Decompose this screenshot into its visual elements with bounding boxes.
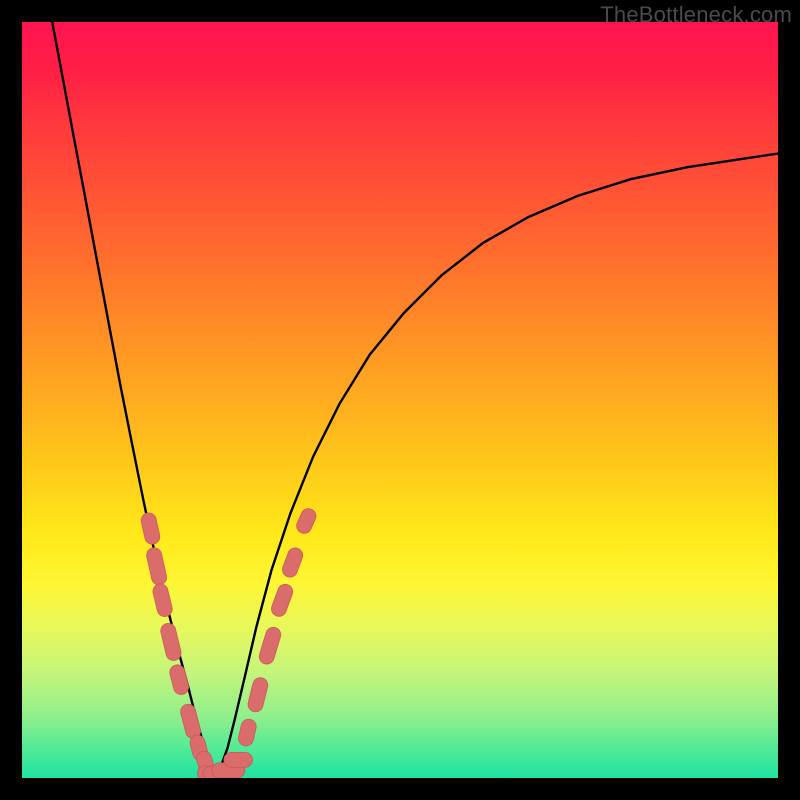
curve-marker <box>159 622 182 662</box>
curve-marker <box>246 676 269 713</box>
left-branch <box>52 22 215 776</box>
curve-marker <box>237 718 258 748</box>
curve-marker <box>294 506 318 535</box>
chart-svg <box>22 22 778 778</box>
watermark-text: TheBottleneck.com <box>600 2 792 28</box>
outer-frame: TheBottleneck.com <box>0 0 800 800</box>
curve-marker <box>179 703 202 740</box>
curve-marker <box>280 546 304 579</box>
curve-marker <box>140 511 161 545</box>
curve-marker <box>168 663 190 696</box>
curve-marker <box>257 625 282 665</box>
curve-marker <box>151 582 173 618</box>
curve-marker <box>224 752 253 767</box>
curve-group <box>52 22 778 776</box>
curve-marker <box>269 582 294 618</box>
right-branch <box>215 154 778 776</box>
curve-marker <box>145 546 168 586</box>
plot-area <box>22 22 778 778</box>
